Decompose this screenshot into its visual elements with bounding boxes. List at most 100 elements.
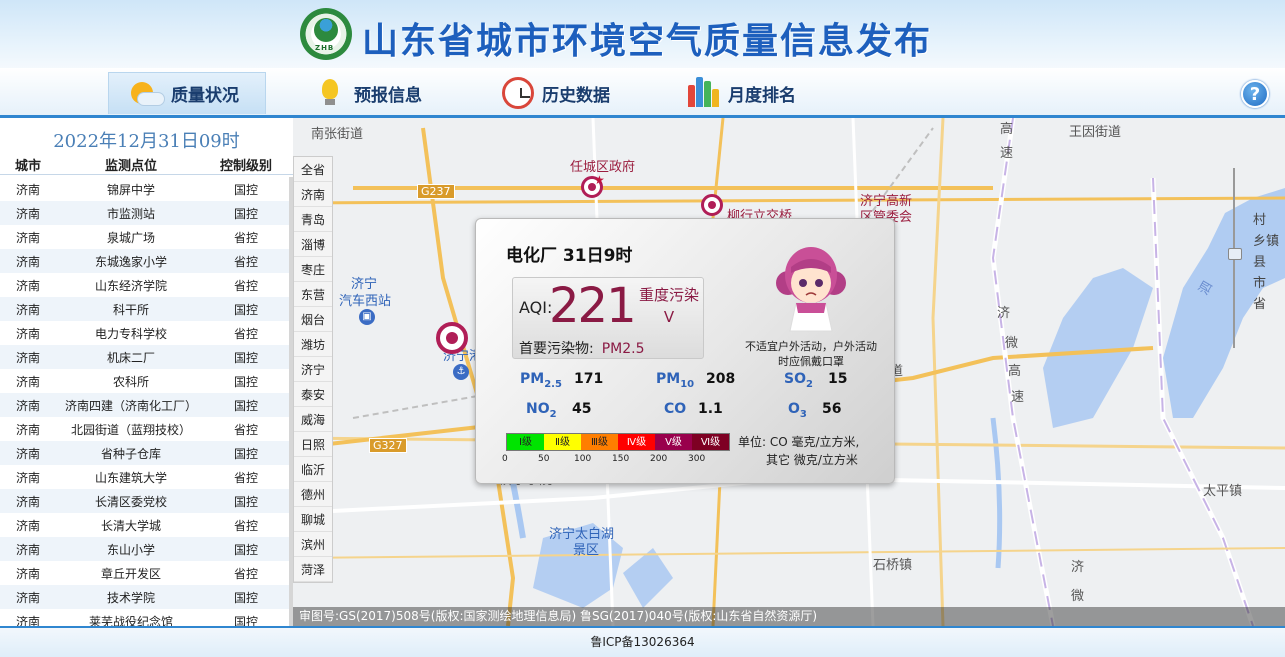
nav-monthly-ranking[interactable]: 月度排名 <box>686 72 796 114</box>
table-row[interactable]: 济南 山东经济学院 省控 <box>0 273 289 297</box>
cell-site: 锦屏中学 <box>106 182 155 197</box>
table-row[interactable]: 济南 电力专科学校 省控 <box>0 321 289 345</box>
cell-city: 济南 <box>15 398 40 413</box>
cell-city: 济南 <box>15 302 40 317</box>
cell-site: 市监测站 <box>106 206 155 221</box>
city-filter-item[interactable]: 济南 <box>294 182 332 207</box>
cell-site: 科干所 <box>112 302 149 317</box>
help-button[interactable]: ? <box>1241 80 1269 108</box>
map-label-shiqiao: 石桥镇 <box>873 558 913 573</box>
zoom-slider[interactable] <box>1228 168 1242 348</box>
pm25-label: PM2.5 <box>520 371 562 390</box>
city-filter-item[interactable]: 威海 <box>294 407 332 432</box>
table-row[interactable]: 济南 农科所 国控 <box>0 369 289 393</box>
city-filter-item[interactable]: 东营 <box>294 282 332 307</box>
scale-level: Ⅳ级 <box>618 434 655 450</box>
station-marker[interactable] <box>701 194 723 216</box>
city-filter-item[interactable]: 滨州 <box>294 532 332 557</box>
logo-text: ZHB <box>315 44 335 52</box>
star-icon: ★ <box>594 173 605 187</box>
city-filter-item[interactable]: 烟台 <box>294 307 332 332</box>
zoom-level-label[interactable]: 市 <box>1253 273 1279 294</box>
header-level: 控制级别 <box>219 159 272 174</box>
city-filter-item[interactable]: 淄博 <box>294 232 332 257</box>
header-city: 城市 <box>14 159 41 174</box>
table-row[interactable]: 济南 济南四建（济南化工厂） 国控 <box>0 393 289 417</box>
zoom-level-label[interactable]: 乡镇 <box>1253 231 1279 252</box>
zoom-knob[interactable] <box>1228 248 1242 260</box>
table-row[interactable]: 济南 泉城广场 省控 <box>0 225 289 249</box>
cell-site: 省种子仓库 <box>100 446 161 461</box>
zoom-level-label[interactable]: 县 <box>1253 252 1279 273</box>
table-row[interactable]: 济南 科干所 国控 <box>0 297 289 321</box>
scale-level: Ⅰ级 <box>507 434 544 450</box>
map-label-station-b: 汽车西站 <box>339 294 392 309</box>
bar-chart-icon <box>686 75 722 111</box>
city-filter-item[interactable]: 济宁 <box>294 357 332 382</box>
table-row[interactable]: 济南 长清区委党校 国控 <box>0 489 289 513</box>
city-filter-item[interactable]: 菏泽 <box>294 557 332 582</box>
cell-site: 长清大学城 <box>100 518 161 533</box>
mascot-girl-icon <box>776 247 846 332</box>
table-row[interactable]: 济南 北园街道（蓝翔技校） 省控 <box>0 417 289 441</box>
nav-label: 月度排名 <box>728 85 796 106</box>
city-filter-item[interactable]: 德州 <box>294 482 332 507</box>
cell-level: 省控 <box>233 230 258 245</box>
table-row[interactable]: 济南 莱芜战役纪念馆 国控 <box>0 609 289 626</box>
cell-city: 济南 <box>15 350 40 365</box>
clock-icon <box>500 75 536 111</box>
table-row[interactable]: 济南 市监测站 国控 <box>0 201 289 225</box>
station-marker-selected[interactable] <box>436 322 468 354</box>
table-row[interactable]: 济南 章丘开发区 省控 <box>0 561 289 585</box>
city-filter-item[interactable]: 潍坊 <box>294 332 332 357</box>
table-row[interactable]: 济南 山东建筑大学 省控 <box>0 465 289 489</box>
site-title: 山东省城市环境空气质量信息发布 <box>362 20 933 62</box>
table-row[interactable]: 济南 技术学院 国控 <box>0 585 289 609</box>
level-text: 重度污染 <box>638 286 699 304</box>
city-filter-item[interactable]: 日照 <box>294 432 332 457</box>
city-filter-item[interactable]: 全省 <box>294 157 332 182</box>
nav-label: 质量状况 <box>171 86 239 106</box>
nav-label: 历史数据 <box>542 85 610 106</box>
city-filter-item[interactable]: 青岛 <box>294 207 332 232</box>
table-row[interactable]: 济南 东城逸家小学 省控 <box>0 249 289 273</box>
map-label-taiping: 太平镇 <box>1203 484 1243 499</box>
cell-level: 省控 <box>233 326 258 341</box>
table-row[interactable]: 济南 长清大学城 省控 <box>0 513 289 537</box>
cell-level: 国控 <box>233 614 258 627</box>
cell-level: 国控 <box>233 302 258 317</box>
cell-site: 东城逸家小学 <box>94 254 167 269</box>
primary-label: 首要污染物: <box>519 341 594 357</box>
unit-note: 单位: CO 毫克/立方米, 其它 微克/立方米 <box>738 433 888 469</box>
primary-value: PM2.5 <box>601 341 645 357</box>
map-copyright: 审图号:GS(2017)508号(版权:国家测绘地理信息局) 鲁SG(2017)… <box>293 607 1285 626</box>
cell-city: 济南 <box>15 446 40 461</box>
city-filter-item[interactable]: 聊城 <box>294 507 332 532</box>
map-label-wei2: 微 <box>1071 589 1085 604</box>
city-filter-item[interactable]: 泰安 <box>294 382 332 407</box>
scale-level: Ⅲ级 <box>581 434 618 450</box>
city-filter-item[interactable]: 临沂 <box>294 457 332 482</box>
nav-history[interactable]: 历史数据 <box>500 72 610 114</box>
map-label-su2: 速 <box>1011 390 1025 405</box>
zoom-level-label[interactable]: 村 <box>1253 210 1279 231</box>
cell-level: 国控 <box>233 182 258 197</box>
so2-label: SO2 <box>784 371 813 390</box>
zoom-level-label[interactable]: 省 <box>1253 294 1279 315</box>
table-row[interactable]: 济南 锦屏中学 国控 <box>0 177 289 201</box>
cell-site: 东山小学 <box>106 542 155 557</box>
table-row[interactable]: 济南 省种子仓库 国控 <box>0 441 289 465</box>
nav-quality-status[interactable]: 质量状况 <box>108 72 266 114</box>
nav-forecast[interactable]: 预报信息 <box>312 72 422 114</box>
city-list: 全省 济南 青岛 淄博 枣庄 东营 烟台 潍坊 济宁 泰安 威海 日照 临沂 德州 聊城 滨州 菏泽 <box>293 156 333 583</box>
cell-site: 章丘开发区 <box>100 566 161 581</box>
icp-number: 鲁ICP备13026364 <box>590 635 695 649</box>
cell-city: 济南 <box>15 614 40 627</box>
table-row[interactable]: 济南 机床二厂 国控 <box>0 345 289 369</box>
cell-level: 国控 <box>233 494 258 509</box>
city-filter-item[interactable]: 枣庄 <box>294 257 332 282</box>
level-roman: Ⅴ <box>663 308 675 326</box>
pm10-label: PM10 <box>656 371 695 390</box>
cell-site: 山东建筑大学 <box>94 470 167 485</box>
table-row[interactable]: 济南 东山小学 国控 <box>0 537 289 561</box>
